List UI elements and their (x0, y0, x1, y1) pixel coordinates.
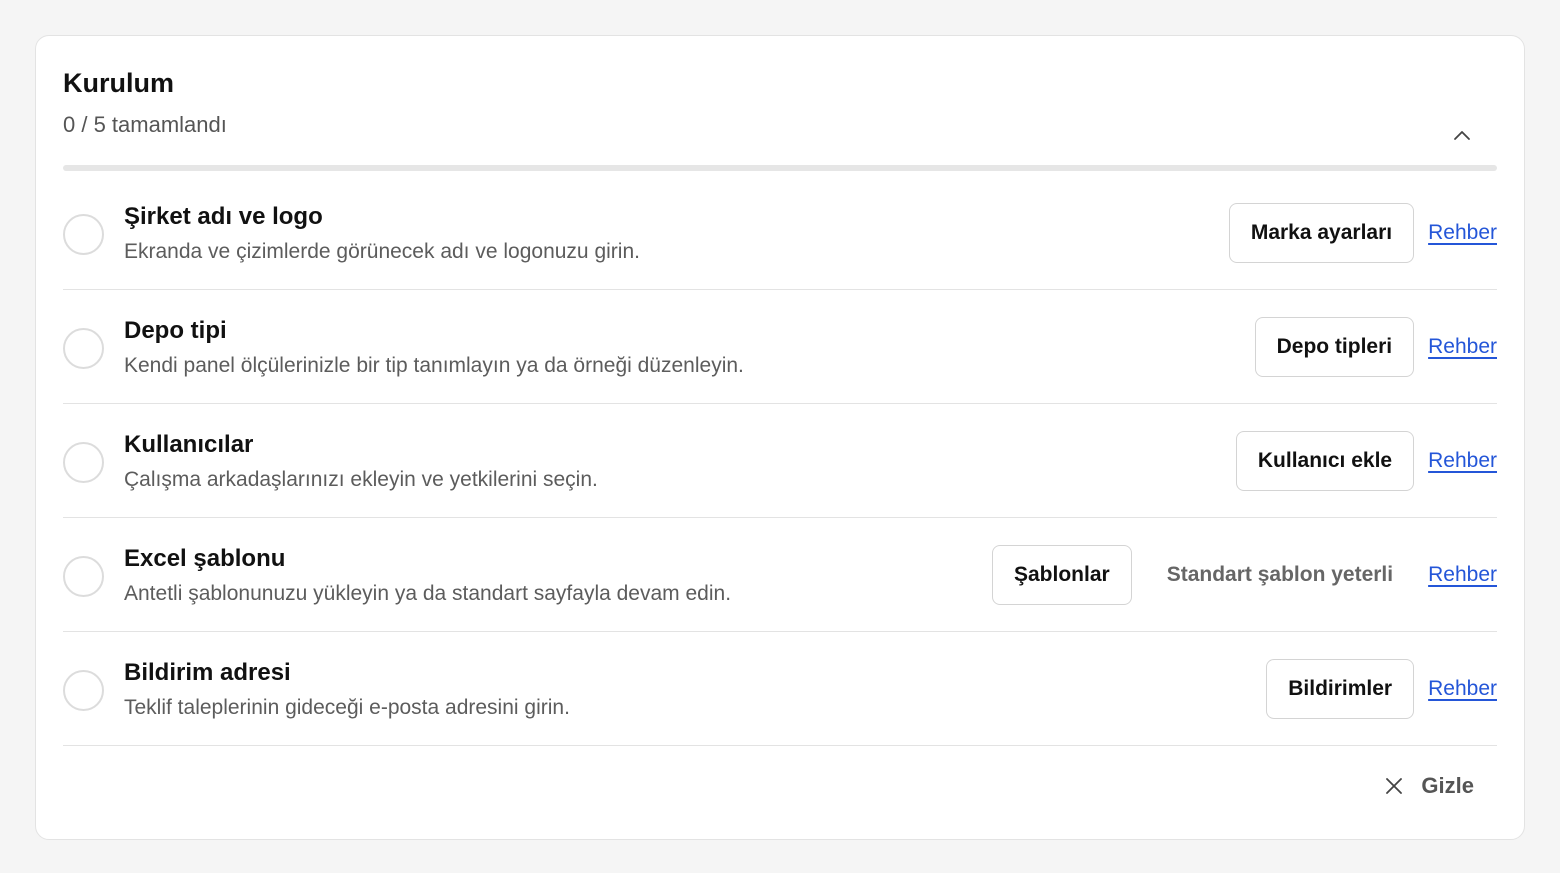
step-checkbox[interactable] (63, 328, 104, 369)
guide-link[interactable]: Rehber (1428, 449, 1497, 473)
step-title: Şirket adı ve logo (124, 203, 323, 230)
setup-steps: Şirket adı ve logo Ekranda ve çizimlerde… (63, 176, 1497, 746)
guide-link[interactable]: Rehber (1428, 677, 1497, 701)
step-description: Teklif taleplerinin gideceği e-posta adr… (124, 696, 570, 719)
templates-button[interactable]: Şablonlar (992, 545, 1132, 605)
setup-header: Kurulum 0 / 5 tamamlandı (63, 66, 1497, 176)
step-checkbox[interactable] (63, 214, 104, 255)
setup-title: Kurulum (63, 68, 174, 98)
step-checkbox[interactable] (63, 670, 104, 711)
guide-link[interactable]: Rehber (1428, 335, 1497, 359)
step-title: Kullanıcılar (124, 431, 254, 458)
add-user-button[interactable]: Kullanıcı ekle (1235, 431, 1415, 491)
depot-types-button[interactable]: Depo tipleri (1254, 317, 1415, 377)
step-description: Kendi panel ölçülerinizle bir tip tanıml… (124, 354, 744, 377)
step-notification-address: Bildirim adresi Teklif taleplerinin gide… (63, 632, 1497, 746)
step-description: Antetli şablonunuzu yükleyin ya da stand… (124, 582, 732, 605)
step-title: Depo tipi (124, 317, 227, 344)
step-title: Bildirim adresi (124, 659, 291, 686)
hide-label: Gizle (1421, 773, 1474, 798)
standard-template-note[interactable]: Standart şablon yeterli (1167, 563, 1393, 587)
chevron-up-icon (1454, 131, 1470, 140)
step-checkbox[interactable] (63, 442, 104, 483)
notifications-button[interactable]: Bildirimler (1266, 659, 1415, 719)
progress-text: 0 / 5 tamamlandı (63, 112, 227, 137)
brand-settings-button[interactable]: Marka ayarları (1228, 203, 1415, 263)
step-description: Çalışma arkadaşlarınızı ekleyin ve yetki… (124, 468, 598, 491)
guide-link[interactable]: Rehber (1428, 221, 1497, 245)
step-description: Ekranda ve çizimlerde görünecek adı ve l… (124, 240, 640, 263)
step-users: Kullanıcılar Çalışma arkadaşlarınızı ekl… (63, 404, 1497, 518)
step-title: Excel şablonu (124, 545, 286, 572)
step-company-name-logo: Şirket adı ve logo Ekranda ve çizimlerde… (63, 176, 1497, 290)
guide-link[interactable]: Rehber (1428, 563, 1497, 587)
step-checkbox[interactable] (63, 556, 104, 597)
hide-button[interactable]: Gizle (1385, 773, 1474, 799)
setup-card: Kurulum 0 / 5 tamamlandı Şirket adı ve l… (35, 35, 1525, 840)
collapse-button[interactable] (1445, 118, 1479, 152)
close-icon (1385, 777, 1403, 795)
step-depot-type: Depo tipi Kendi panel ölçülerinizle bir … (63, 290, 1497, 404)
progress-bar (63, 165, 1497, 171)
step-excel-template: Excel şablonu Antetli şablonunuzu yükley… (63, 518, 1497, 632)
